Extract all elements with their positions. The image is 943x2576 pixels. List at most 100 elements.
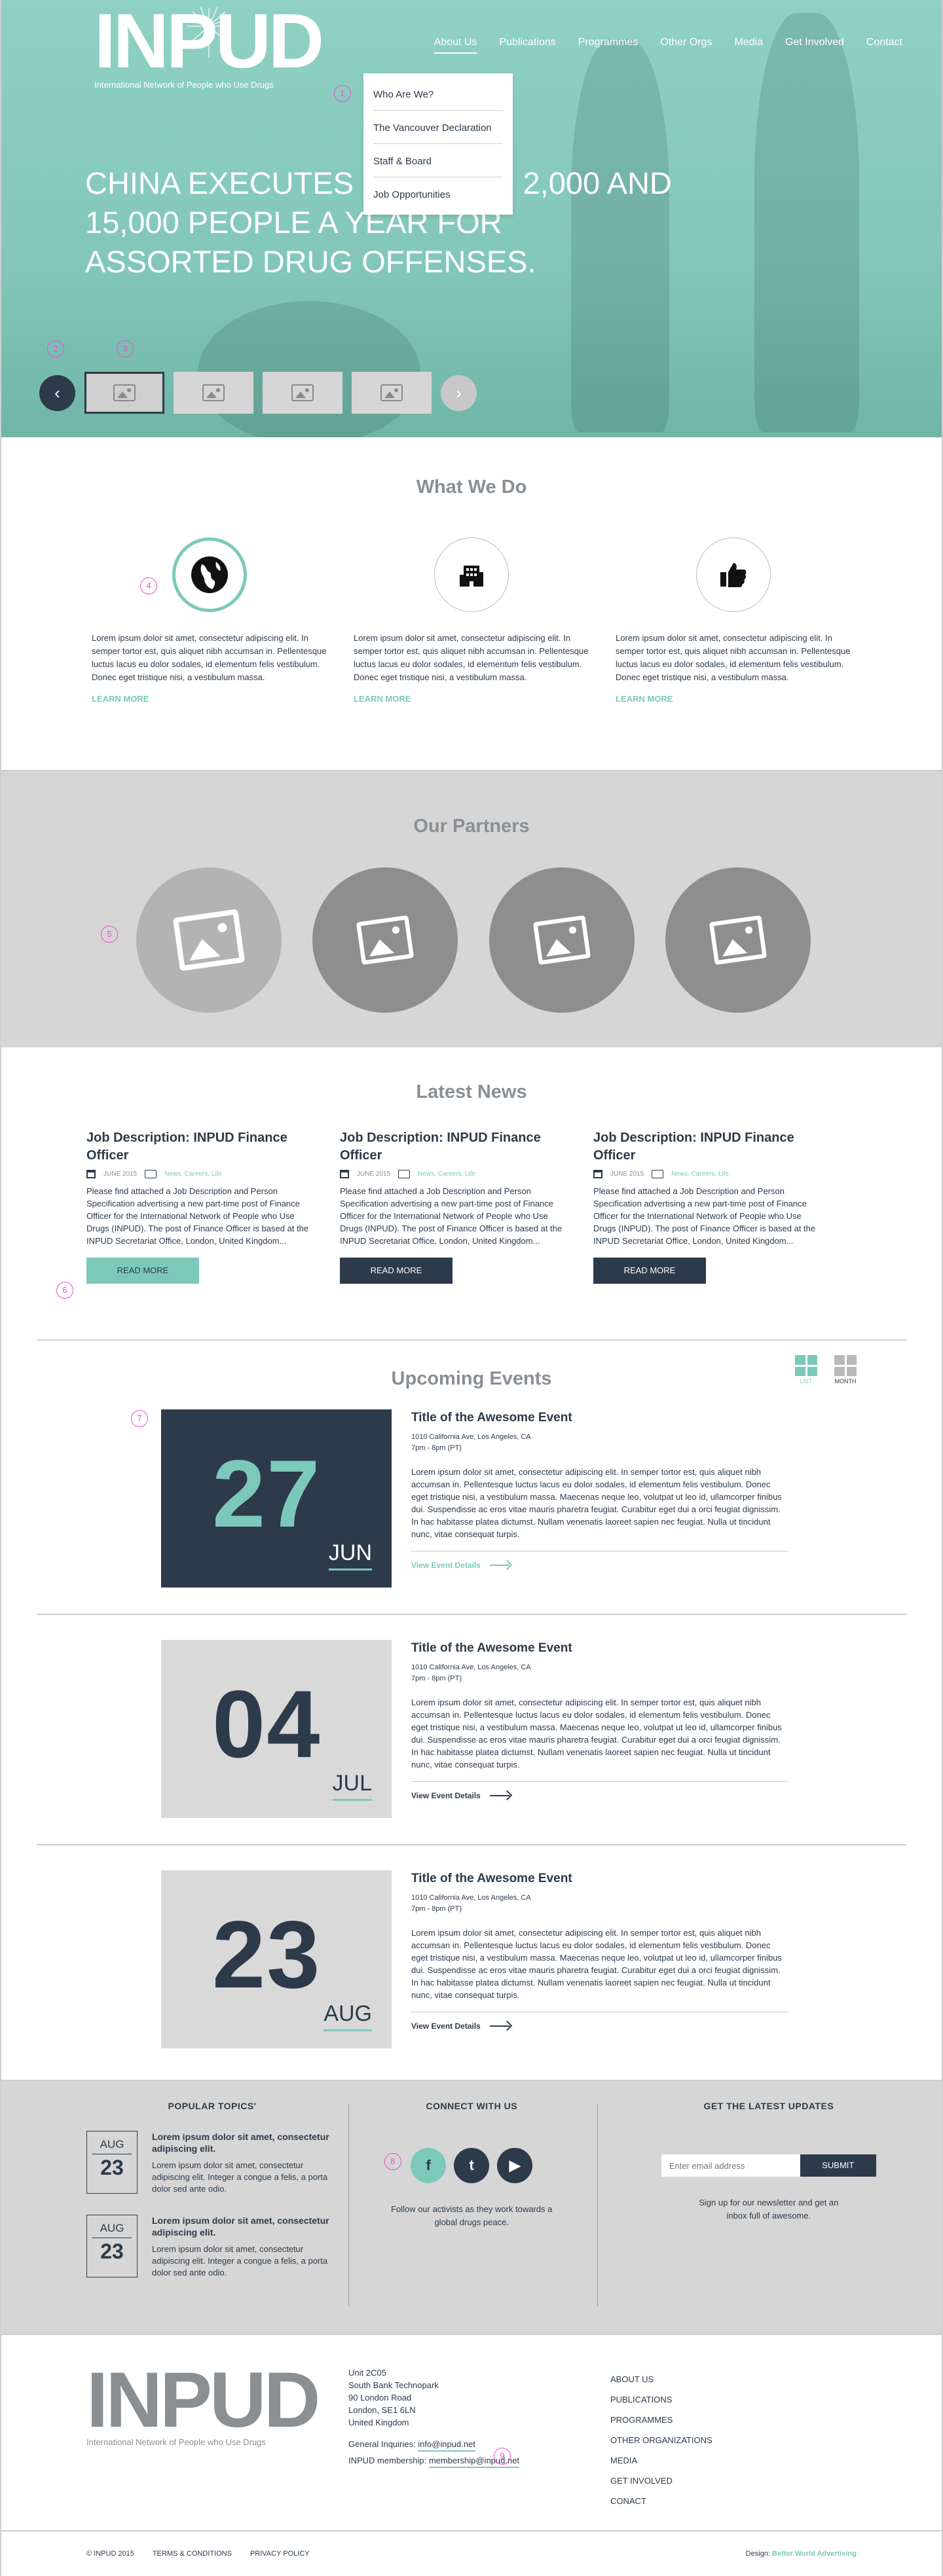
partner-logo[interactable] <box>665 867 811 1013</box>
nav-contact[interactable]: Contact <box>866 37 902 54</box>
folder-icon <box>398 1170 411 1178</box>
section-title: What We Do <box>416 477 527 498</box>
slider-next-button[interactable]: › <box>441 374 477 411</box>
partner-logo[interactable] <box>136 867 282 1013</box>
globe-icon <box>191 556 228 593</box>
design-credit-link[interactable]: Better World Advertising <box>772 2550 857 2558</box>
footer-logo[interactable]: INPUD International Network of People wh… <box>86 2361 320 2447</box>
address-line: Unit 2C05 <box>348 2368 386 2378</box>
footer-link-about-us[interactable]: ABOUT US <box>610 2369 712 2389</box>
learn-more-link[interactable]: LEARN MORE <box>616 694 851 704</box>
address-line: South Bank Technopark <box>348 2380 439 2390</box>
news-title[interactable]: Job Description: INPUD Finance Officer <box>340 1129 563 1165</box>
partner-logo[interactable] <box>489 867 635 1013</box>
image-icon <box>532 915 591 966</box>
news-title[interactable]: Job Description: INPUD Finance Officer <box>86 1129 309 1165</box>
slider-prev-button[interactable]: ‹ <box>39 374 75 411</box>
event-date-block: 04 JUL <box>161 1640 392 1818</box>
event-time: 7pm - 8pm (PT) <box>411 1675 462 1682</box>
event-address: 1010 California Ave, Los Angeles, CA <box>411 1663 531 1671</box>
hero: INPUD International Network of People wh… <box>1 0 942 437</box>
slider-thumbnail[interactable] <box>352 372 432 414</box>
dropdown-item-who-are-we[interactable]: Who Are We? <box>363 77 513 111</box>
view-event-details-link[interactable]: View Event Details <box>411 1781 788 1800</box>
privacy-link[interactable]: PRIVACY POLICY <box>250 2550 310 2558</box>
footer-link-publications[interactable]: PUBLICATIONS <box>610 2389 712 2410</box>
submit-button[interactable]: SUBMIT <box>800 2154 876 2177</box>
view-toggle: LIST MONTH <box>795 1355 857 1385</box>
nav-media[interactable]: Media <box>734 37 763 54</box>
news-excerpt: Please find attached a Job Description a… <box>593 1186 816 1246</box>
event-item: 04 JUL Title of the Awesome Event 1010 C… <box>161 1640 942 1818</box>
event-title[interactable]: Title of the Awesome Event <box>411 1872 788 1886</box>
dropdown-item-job-opportunities[interactable]: Job Opportunities <box>363 177 513 211</box>
read-more-button[interactable]: READ MORE <box>86 1258 199 1284</box>
twitter-icon[interactable]: t <box>454 2148 490 2183</box>
topic-title: Lorem ipsum dolor sit amet, consectetur … <box>152 2215 329 2238</box>
view-month-toggle[interactable]: MONTH <box>834 1355 857 1385</box>
nav-publications[interactable]: Publications <box>499 37 555 54</box>
slider-thumbnail[interactable] <box>84 372 164 414</box>
general-email-link[interactable]: info@inpud.net <box>418 2438 475 2452</box>
topic-excerpt: Lorem ipsum dolor sit amet, consectetur … <box>152 2244 328 2277</box>
footer-link-contact[interactable]: CONACT <box>610 2491 712 2511</box>
event-description: Lorem ipsum dolor sit amet, consectetur … <box>411 1697 782 1769</box>
event-title[interactable]: Title of the Awesome Event <box>411 1411 788 1425</box>
news-tags[interactable]: News, Careers, Life <box>164 1170 222 1178</box>
nav-get-involved[interactable]: Get Involved <box>785 37 844 54</box>
read-more-button[interactable]: READ MORE <box>340 1258 453 1284</box>
dropdown-item-vancouver-declaration[interactable]: The Vancouver Declaration <box>363 111 513 144</box>
topic-item[interactable]: AUG 23 Lorem ipsum dolor sit amet, conse… <box>86 2215 348 2279</box>
event-address: 1010 California Ave, Los Angeles, CA <box>411 1894 531 1902</box>
email-input[interactable] <box>661 2154 800 2177</box>
nav-other-orgs[interactable]: Other Orgs <box>660 37 712 54</box>
folder-icon <box>145 1170 157 1178</box>
event-title[interactable]: Title of the Awesome Event <box>411 1641 788 1656</box>
view-event-details-label: View Event Details <box>411 1561 481 1570</box>
service-icon-circle[interactable] <box>172 537 247 612</box>
annotation-marker: 2 <box>47 340 64 357</box>
learn-more-link[interactable]: LEARN MORE <box>354 694 589 704</box>
terms-link[interactable]: TERMS & CONDITIONS <box>153 2550 232 2558</box>
footer-link-media[interactable]: MEDIA <box>610 2450 712 2471</box>
event-date-block: 23 AUG <box>161 1870 392 2048</box>
view-event-details-link[interactable]: View Event Details <box>411 1551 788 1570</box>
news-card: Job Description: INPUD Finance Officer J… <box>86 1129 309 1284</box>
dropdown-item-staff-board[interactable]: Staff & Board <box>363 144 513 177</box>
service-icon-circle[interactable] <box>434 537 509 612</box>
event-month: JUL <box>332 1771 372 1801</box>
news-meta: JUNE 2015 News, Careers, Life <box>340 1170 563 1178</box>
event-divider <box>37 1844 906 1845</box>
view-month-label: MONTH <box>834 1378 857 1385</box>
topic-month: AUG <box>100 2222 124 2234</box>
news-title[interactable]: Job Description: INPUD Finance Officer <box>593 1129 816 1165</box>
youtube-icon[interactable]: ▶ <box>497 2148 533 2183</box>
annotation-marker: 6 <box>56 1282 73 1299</box>
news-tags[interactable]: News, Careers, Life <box>671 1170 729 1178</box>
service-icon-circle[interactable] <box>696 537 771 612</box>
event-item: 27 JUN Title of the Awesome Event 1010 C… <box>161 1409 942 1587</box>
view-list-label: LIST <box>800 1378 813 1385</box>
nav-programmes[interactable]: Programmes <box>578 37 638 54</box>
view-list-toggle[interactable]: LIST <box>795 1355 817 1385</box>
topic-item[interactable]: AUG 23 Lorem ipsum dolor sit amet, conse… <box>86 2131 348 2195</box>
footer-widgets: POPULAR TOPICS' AUG 23 Lorem ipsum dolor… <box>1 2080 942 2334</box>
footer-link-programmes[interactable]: PROGRAMMES <box>610 2410 712 2430</box>
latest-news-section: Latest News 6 Job Description: INPUD Fin… <box>1 1047 942 1339</box>
news-tags[interactable]: News, Careers, Life <box>418 1170 475 1178</box>
annotation-marker: 9 <box>494 2448 511 2465</box>
facebook-icon[interactable]: f <box>411 2148 447 2183</box>
view-event-details-link[interactable]: View Event Details <box>411 2012 788 2031</box>
partner-logo[interactable] <box>312 867 458 1013</box>
nav-about-us[interactable]: About Us <box>434 37 477 54</box>
partners-section: Our Partners 5 <box>1 770 942 1047</box>
service-card: Lorem ipsum dolor sit amet, consectetur … <box>92 537 327 704</box>
event-description: Lorem ipsum dolor sit amet, consectetur … <box>411 1928 782 2000</box>
footer-link-get-involved[interactable]: GET INVOLVED <box>610 2471 712 2491</box>
footer-link-other-organizations[interactable]: OTHER ORGANIZATIONS <box>610 2430 712 2450</box>
learn-more-link[interactable]: LEARN MORE <box>92 694 327 704</box>
read-more-button[interactable]: READ MORE <box>593 1258 706 1284</box>
slider-thumbnail[interactable] <box>263 372 342 414</box>
design-credit: Design: Better World Advertising <box>746 2550 857 2558</box>
slider-thumbnail[interactable] <box>174 372 253 414</box>
